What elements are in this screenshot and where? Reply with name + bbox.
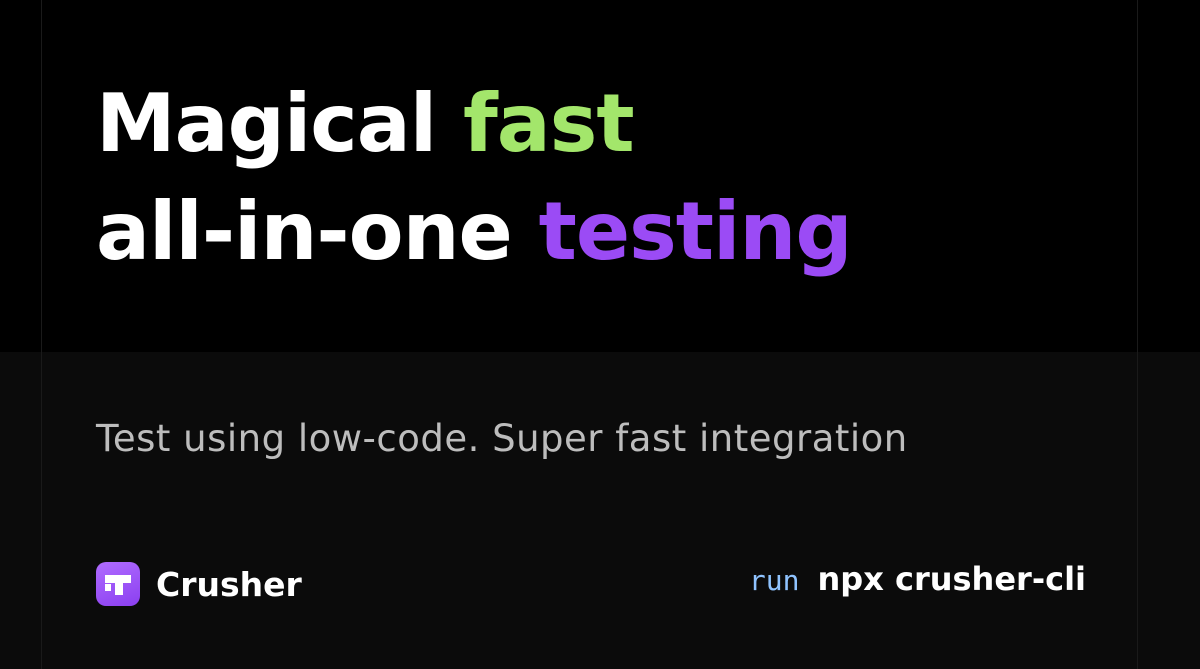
- headline-line-2-text: all-in-one: [96, 185, 539, 278]
- headline-accent-fast: fast: [462, 77, 635, 170]
- divider-left: [41, 0, 42, 669]
- headline-accent-testing: testing: [538, 185, 853, 278]
- headline: Magical fast all-in-one testing: [96, 70, 853, 286]
- command-text: npx crusher-cli: [817, 560, 1087, 598]
- headline-line-1: Magical fast: [96, 70, 852, 178]
- headline-line-1-text: Magical: [96, 77, 463, 170]
- headline-line-2: all-in-one testing: [96, 178, 853, 286]
- banner: Magical fast all-in-one testing Test usi…: [0, 0, 1200, 669]
- brand[interactable]: Crusher: [96, 562, 302, 606]
- command-prefix: run: [748, 564, 800, 597]
- divider-right: [1137, 0, 1138, 669]
- crusher-logo-icon: [96, 562, 140, 606]
- subtitle: Test using low-code. Super fast integrat…: [96, 417, 908, 460]
- brand-name: Crusher: [156, 564, 302, 604]
- install-command[interactable]: run npx crusher-cli: [749, 560, 1086, 608]
- info-section: [0, 352, 1200, 669]
